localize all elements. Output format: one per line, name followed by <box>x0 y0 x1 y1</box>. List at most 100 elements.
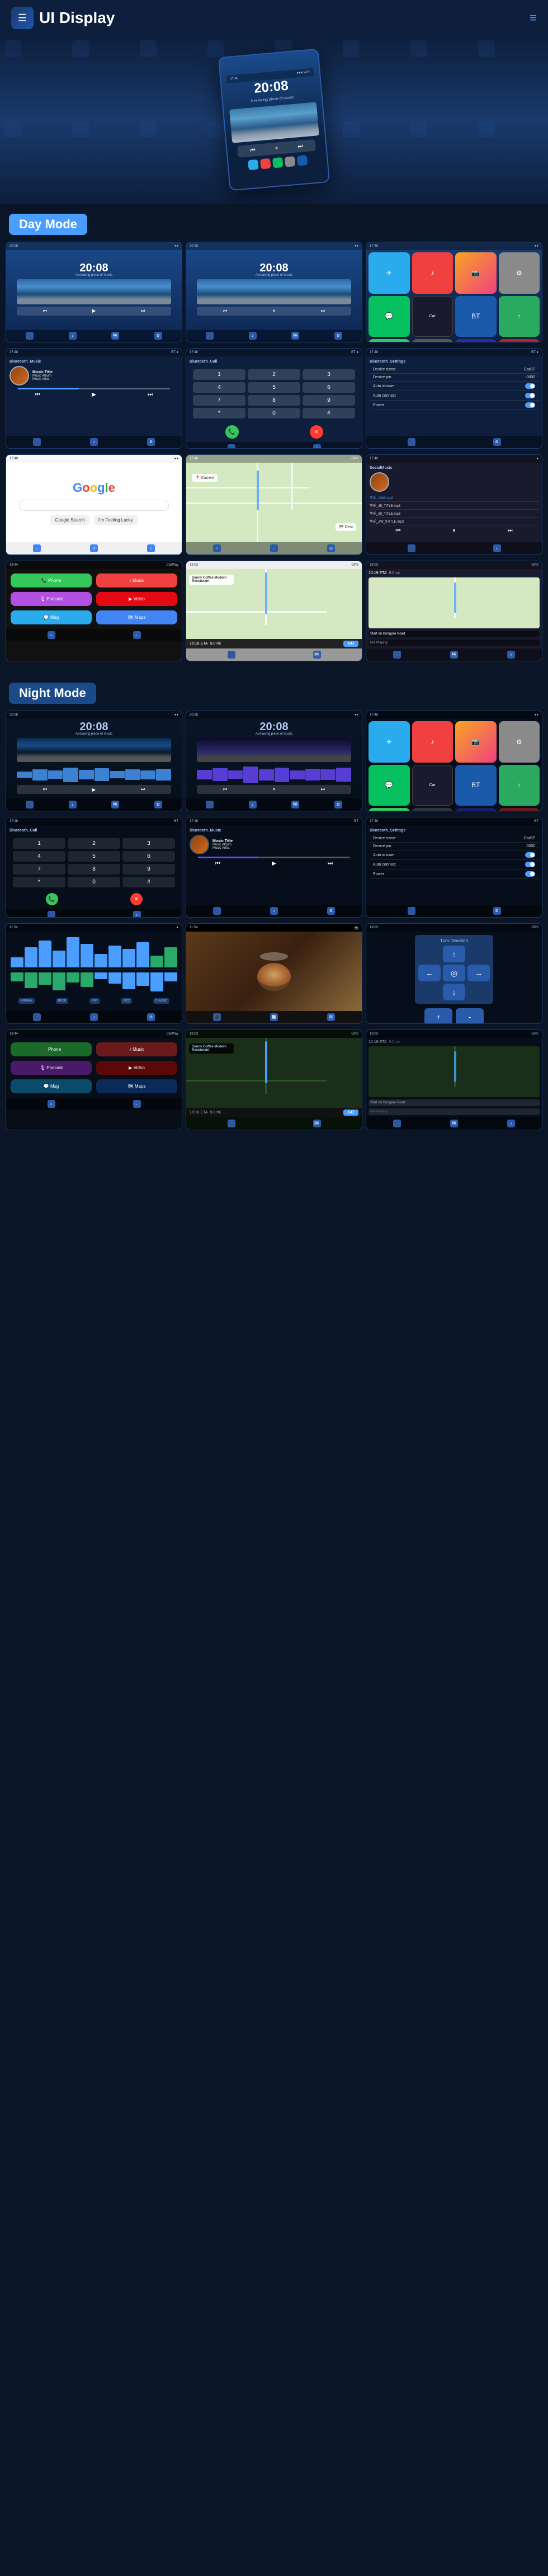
night-auto-answer-toggle[interactable] <box>525 852 535 858</box>
night-bt-icon[interactable]: BT <box>455 765 497 806</box>
night-go-button[interactable]: GO <box>343 1110 358 1116</box>
nav-center-btn[interactable]: ◎ <box>443 965 465 981</box>
nav-down-btn[interactable]: ↓ <box>443 984 465 1000</box>
night-bt-next-btn[interactable]: ⏭ <box>328 861 333 867</box>
dial-6[interactable]: 6 <box>303 382 355 393</box>
day-carplay-screen[interactable]: 18:44CarPlay 📞 Phone ♪ Music 🎙 Podcast ▶… <box>6 561 182 661</box>
auto-connect-toggle[interactable] <box>525 393 535 398</box>
night-bt-music-screen[interactable]: 17:48BT Bluetooth_Music Music Title Musi… <box>186 817 362 918</box>
day-nav-screen-1[interactable]: 18:03GPS Sunny Coffee Modern Restaurant … <box>186 561 362 661</box>
night-nav-screen-1[interactable]: 18:03GPS Sunny Coffee Modern Restaurant … <box>186 1030 362 1130</box>
night-power-toggle[interactable] <box>525 871 535 877</box>
day-bluetooth-music-screen[interactable]: 17:48BT ● Bluetooth_Music Music Title Mu… <box>6 348 182 449</box>
telegram-app-icon[interactable]: ✈ <box>369 252 410 294</box>
carplay-maps-btn[interactable]: 🗺 Maps <box>96 610 177 624</box>
night-carplay-screen[interactable]: 18:44CarPlay 📞 Phone ♪ Music 🎙 Podcast ▶… <box>6 1030 182 1130</box>
local-music-item-4[interactable]: 华乐_ZW_9TITLE.mp3 <box>370 518 538 525</box>
night-dial-4[interactable]: 4 <box>13 851 65 862</box>
night-auto-connect-toggle[interactable] <box>525 862 535 867</box>
nav-zoom-out-btn[interactable]: - <box>456 1008 484 1024</box>
eq-preset-1[interactable]: NORMAL <box>18 998 35 1004</box>
settings-app-icon[interactable]: ⚙ <box>499 252 540 294</box>
night-end-call-btn[interactable]: ✕ <box>130 893 143 905</box>
night-carplay-phone-btn[interactable]: 📞 Phone <box>11 1042 92 1056</box>
go-button[interactable]: GO <box>343 641 358 647</box>
night-phone-icon[interactable]: 📞 <box>369 808 410 811</box>
eq-preset-4[interactable]: JAZZ <box>121 998 132 1004</box>
day-music-screen-1[interactable]: 20:08●● 20:08 A relaxing piece of music … <box>6 242 182 342</box>
call-btn[interactable]: 📞 <box>225 425 239 439</box>
hamburger-icon[interactable]: ≡ <box>530 11 537 25</box>
night-navi-icon[interactable]: ↑ <box>499 765 540 806</box>
dial-2[interactable]: 2 <box>248 369 300 380</box>
local-music-item-2[interactable]: 华乐_35_TITLE.mp3 <box>370 502 538 510</box>
eq-preset-2[interactable]: ROCK <box>56 998 68 1004</box>
camera-flip-icon[interactable]: 🔄 <box>270 1013 278 1021</box>
map-recenter[interactable]: ◎ <box>327 544 335 552</box>
local-next-btn[interactable]: ⏭ <box>508 528 513 534</box>
wechat-app-icon[interactable]: 💬 <box>369 296 410 337</box>
google-search-bar[interactable] <box>19 500 169 511</box>
night-dial-1[interactable]: 1 <box>13 838 65 849</box>
day-google-screen[interactable]: 17:48●● Google Google Search I'm Feeling… <box>6 454 182 555</box>
night-carplay-maps-btn[interactable]: 🗺 Maps <box>96 1079 177 1093</box>
bluetooth-app-icon[interactable]: BT <box>455 296 497 337</box>
day-local-music-screen[interactable]: 17:48● SocialMusic 华乐_0392.mp3 华乐_35_TIT… <box>366 454 542 555</box>
night-misc-icon-2[interactable]: ☁ <box>455 808 497 811</box>
end-call-btn[interactable]: ✕ <box>310 425 323 439</box>
carplay-music-btn[interactable]: ♪ Music <box>96 574 177 587</box>
nav-left-btn[interactable]: ← <box>418 965 441 981</box>
dial-star[interactable]: * <box>193 408 245 419</box>
dial-4[interactable]: 4 <box>193 382 245 393</box>
night-nav-screen-2[interactable]: 18:03GPS 10:19 ETA 9.0 mi Start on Dongj… <box>366 1030 542 1130</box>
night-dial-9[interactable]: 9 <box>122 864 175 875</box>
dial-1[interactable]: 1 <box>193 369 245 380</box>
dial-5[interactable]: 5 <box>248 382 300 393</box>
night-dial-5[interactable]: 5 <box>68 851 120 862</box>
night-telegram-icon[interactable]: ✈ <box>369 721 410 763</box>
map-zoom-out[interactable]: - <box>270 544 278 552</box>
auto-answer-toggle[interactable] <box>525 383 535 389</box>
dial-8[interactable]: 8 <box>248 395 300 406</box>
night-settings-icon[interactable]: ⚙ <box>499 721 540 763</box>
carplay-phone-btn[interactable]: 📞 Phone <box>11 574 92 587</box>
night-carplay-messages-btn[interactable]: 💬 Msg <box>11 1079 92 1093</box>
photo-app-icon[interactable]: 📷 <box>455 252 497 294</box>
nav-up-btn[interactable]: ↑ <box>443 946 465 962</box>
night-photo-icon[interactable]: 📷 <box>455 721 497 763</box>
local-prev-btn[interactable]: ⏮ <box>396 528 401 534</box>
day-bluetooth-settings-screen[interactable]: 17:48BT ● Bluetooth_Settings Device name… <box>366 348 542 449</box>
night-bt-call-screen[interactable]: 17:48BT Bluetooth_Call 1 2 3 4 5 6 7 8 9… <box>6 817 182 918</box>
day-music-screen-2[interactable]: 20:08●● 20:08 A relaxing piece of music … <box>186 242 362 342</box>
day-bluetooth-call-screen[interactable]: 17:48BT ● Bluetooth_Call 1 2 3 4 5 6 7 8… <box>186 348 362 449</box>
night-app-grid-screen[interactable]: 17:48●● ✈ ♪ 📷 ⚙ 💬 Car BT ↑ 📞 ▶ ☁ ▷ ☎ ★ ♫… <box>366 711 542 811</box>
eq-preset-3[interactable]: POP <box>89 998 100 1004</box>
night-dial-3[interactable]: 3 <box>122 838 175 849</box>
night-music-screen-1[interactable]: 20:08●● 20:08 A relaxing piece of music <box>6 711 182 811</box>
night-wechat-icon[interactable]: 💬 <box>369 765 410 806</box>
bt-prev-btn[interactable]: ⏮ <box>35 392 40 398</box>
night-dial-hash[interactable]: # <box>122 877 175 887</box>
night-carplay-music-btn[interactable]: ♪ Music <box>96 1042 177 1056</box>
night-bt-settings-screen[interactable]: 17:48BT Bluetooth_Settings Device name C… <box>366 817 542 918</box>
night-bt-prev-btn[interactable]: ⏮ <box>215 861 220 867</box>
night-dial-star[interactable]: * <box>13 877 65 887</box>
bt-next-btn[interactable]: ⏭ <box>148 392 153 398</box>
night-carplay-icon[interactable]: Car <box>412 765 453 806</box>
misc-app-icon-3[interactable]: ▷ <box>499 339 540 342</box>
local-play-btn[interactable]: ⏸ <box>453 528 456 534</box>
eq-preset-5[interactable]: CLASSIC <box>153 998 169 1004</box>
night-call-btn[interactable]: 📞 <box>46 893 58 905</box>
carplay-messages-btn[interactable]: 💬 Msg <box>11 610 92 624</box>
nav-zoom-in-btn[interactable]: + <box>424 1008 452 1024</box>
carplay-app-icon[interactable]: Car <box>412 296 453 337</box>
map-zoom-in[interactable]: + <box>213 544 221 552</box>
day-nav-screen-2[interactable]: 18:03GPS 10:19 ETA 9.0 mi Start on Dongj… <box>366 561 542 661</box>
carplay-podcast-btn[interactable]: 🎙 Podcast <box>11 592 92 606</box>
night-dial-7[interactable]: 7 <box>13 864 65 875</box>
night-nav-arrows-screen[interactable]: 18:03GPS Turn Direction ↑ ← ◎ → ↓ <box>366 923 542 1024</box>
carplay-netflix-btn[interactable]: ▶ Video <box>96 592 177 606</box>
local-music-item-3[interactable]: 华乐_99_TITLE.mp3 <box>370 510 538 518</box>
google-search-btn[interactable]: Google Search <box>50 515 89 525</box>
local-music-item-1[interactable]: 华乐_0392.mp3 <box>370 494 538 502</box>
